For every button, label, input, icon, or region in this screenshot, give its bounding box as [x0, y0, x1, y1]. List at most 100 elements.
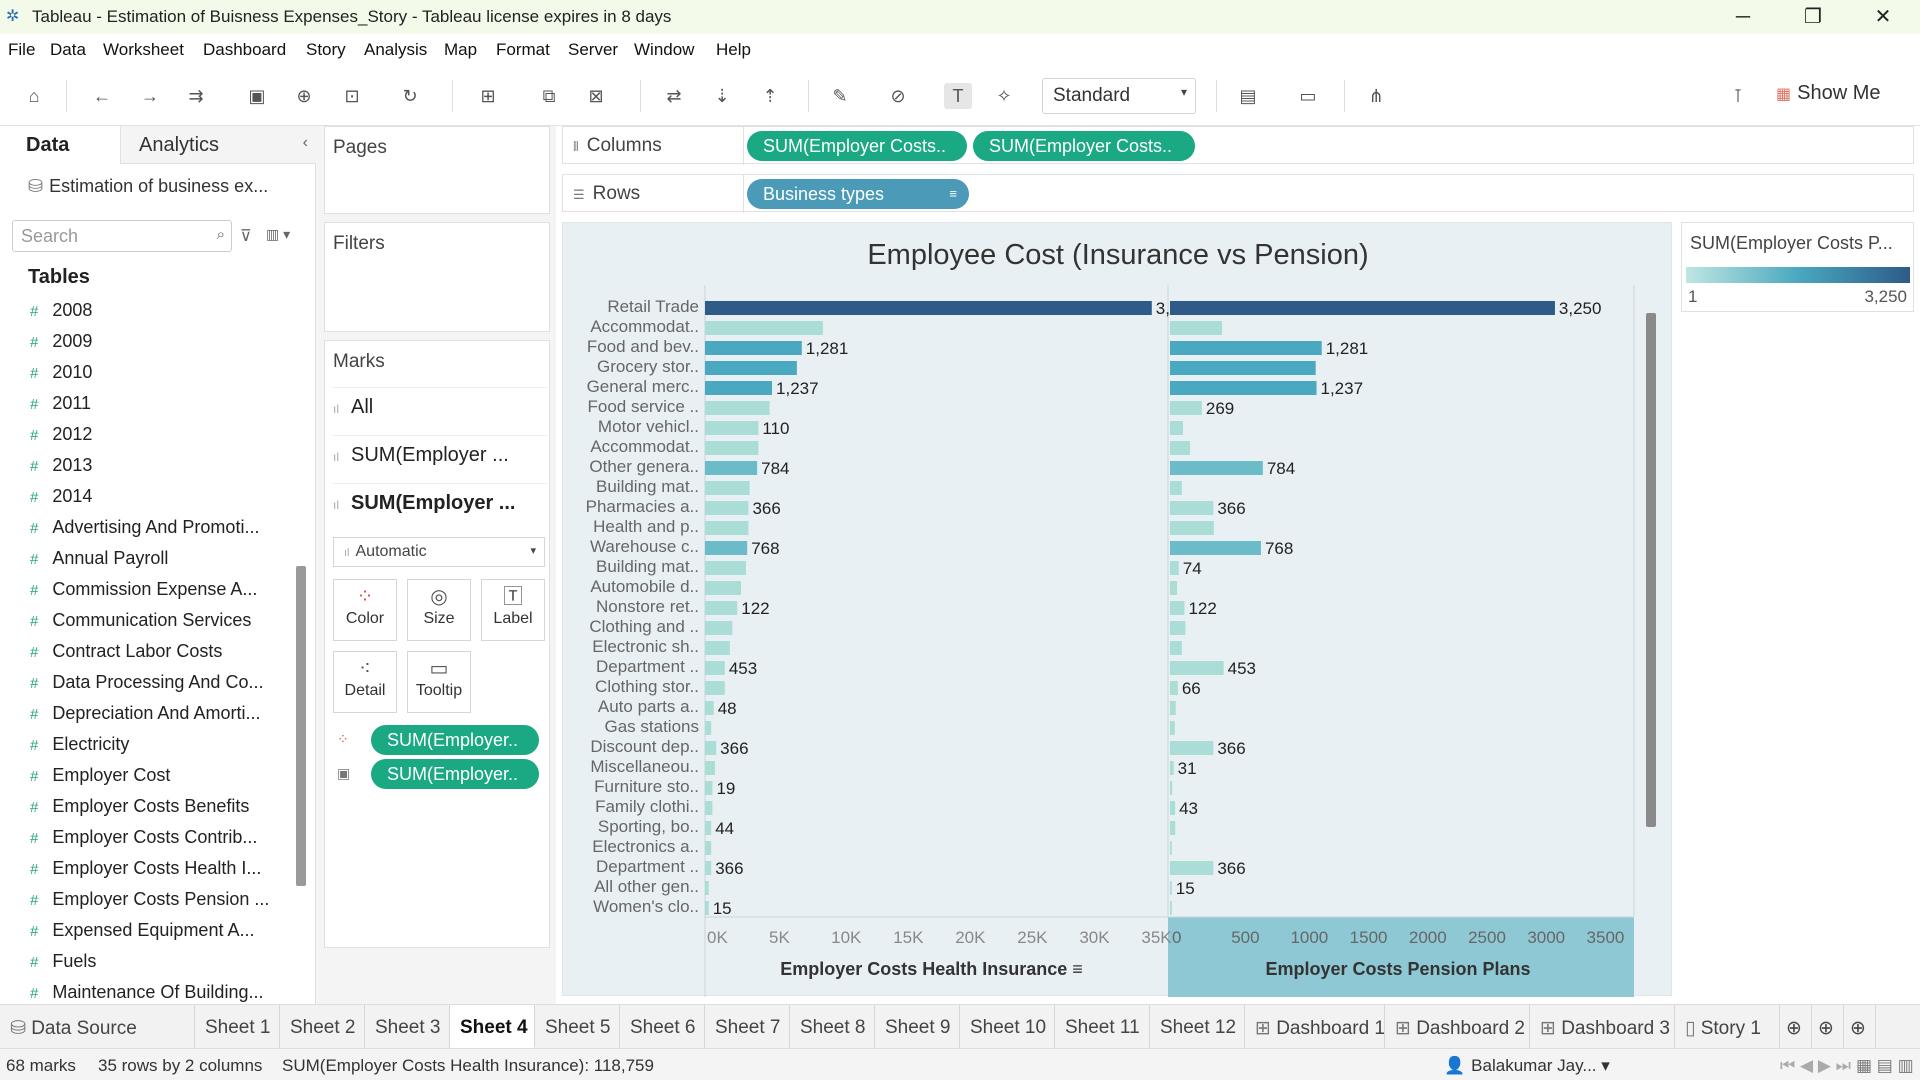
tab-sheet-2[interactable]: Sheet 2 [280, 1005, 365, 1049]
new-story-icon[interactable]: ⊕ [1844, 1005, 1876, 1049]
field-item[interactable]: # Advertising And Promoti... [30, 517, 290, 548]
field-item[interactable]: # Expensed Equipment A... [30, 920, 290, 951]
marks-insurance[interactable]: ıl SUM(Employer ... [333, 435, 547, 479]
tab-analytics[interactable]: Analytics ‹ [120, 126, 316, 164]
field-item[interactable]: #2009 [30, 331, 290, 362]
rows-shelf[interactable]: ☰ Rows Business types ≡ [562, 174, 1914, 213]
filter-icon[interactable]: ⊽ [240, 226, 252, 246]
columns-shelf[interactable]: ⦀ Columns SUM(Employer Costs.. SUM(Employ… [562, 126, 1914, 165]
fit-dropdown[interactable]: Standard ▾ [1042, 78, 1196, 114]
menu-map[interactable]: Map [444, 40, 477, 60]
scrollbar[interactable] [296, 566, 306, 886]
field-item[interactable]: # Depreciation And Amorti... [30, 703, 290, 734]
user-menu[interactable]: 👤 Balakumar Jay... ▾ [1444, 1056, 1610, 1076]
tab-story-1[interactable]: ▯ Story 1 [1675, 1005, 1780, 1049]
clear-sheet-icon[interactable]: ⊠ [582, 83, 610, 109]
label-pill[interactable]: SUM(Employer.. [371, 759, 539, 789]
tab-sheet-11[interactable]: Sheet 11 [1055, 1005, 1150, 1049]
tab-sheet-10[interactable]: Sheet 10 [960, 1005, 1055, 1049]
tooltip-button[interactable]: ▭ Tooltip [407, 651, 471, 713]
duplicate-icon[interactable]: ⧉ [535, 83, 563, 109]
menu-help[interactable]: Help [716, 40, 751, 60]
menu-file[interactable]: File [8, 40, 35, 60]
new-worksheet-icon[interactable]: ⊞ [474, 83, 502, 109]
show-me-button[interactable]: ▦ Show Me [1776, 82, 1881, 105]
collapse-icon[interactable]: ‹ [303, 134, 308, 152]
tab-data[interactable]: Data [0, 126, 120, 164]
close-button[interactable]: ✕ [1860, 3, 1906, 31]
refresh-icon[interactable]: ↻ [396, 83, 424, 109]
redo-icon[interactable]: → [136, 83, 164, 109]
columns-pill-insurance[interactable]: SUM(Employer Costs.. [747, 131, 967, 161]
card-toggle-icon[interactable]: ▤ [1234, 83, 1262, 109]
tab-sheet-7[interactable]: Sheet 7 [705, 1005, 790, 1049]
tab-sheet-8[interactable]: Sheet 8 [790, 1005, 875, 1049]
mark-type-dropdown[interactable]: ıl Automatic ▾ [333, 537, 545, 567]
tab-data-source[interactable]: ⛁ Data Source [0, 1005, 195, 1049]
group-icon[interactable]: ⊘ [884, 83, 912, 109]
new-dashboard-icon[interactable]: ⊕ [1812, 1005, 1844, 1049]
tab-sheet-9[interactable]: Sheet 9 [875, 1005, 960, 1049]
field-item[interactable]: # Employer Costs Contrib... [30, 827, 290, 858]
field-item[interactable]: #2012 [30, 424, 290, 455]
minimize-button[interactable]: ─ [1720, 3, 1766, 31]
field-item[interactable]: #2010 [30, 362, 290, 393]
view-options-icon[interactable]: ▥ ▾ [266, 226, 290, 243]
color-pill[interactable]: SUM(Employer.. [371, 725, 539, 755]
field-item[interactable]: # Employer Costs Pension ... [30, 889, 290, 920]
fix-axes-icon[interactable]: ✧ [990, 83, 1018, 109]
home-icon[interactable]: ⌂ [20, 83, 48, 109]
menu-dashboard[interactable]: Dashboard [203, 40, 286, 60]
tab-dashboard-2[interactable]: ⊞ Dashboard 2 [1385, 1005, 1530, 1049]
field-item[interactable]: # Commission Expense A... [30, 579, 290, 610]
nav-icons[interactable]: ⏮ ◀ ▶ ⏭ [1780, 1056, 1851, 1076]
tab-dashboard-1[interactable]: ⊞ Dashboard 1 [1245, 1005, 1385, 1049]
new-sheet-icon[interactable]: ⊕ [1780, 1005, 1812, 1049]
field-item[interactable]: # Employer Costs Benefits [30, 796, 290, 827]
menu-format[interactable]: Format [496, 40, 550, 60]
undo-icon[interactable]: ← [88, 83, 116, 109]
field-item[interactable]: # Electricity [30, 734, 290, 765]
search-input[interactable]: Search ⌕ [12, 220, 232, 252]
paint-roller-icon[interactable]: ⊺ [1724, 83, 1752, 109]
field-item[interactable]: #2014 [30, 486, 290, 517]
field-item[interactable]: # Fuels [30, 951, 290, 982]
columns-pill-pension[interactable]: SUM(Employer Costs.. [973, 131, 1195, 161]
detail-button[interactable]: ⁖ Detail [333, 651, 397, 713]
color-button[interactable]: ⁘ Color [333, 579, 397, 641]
field-item[interactable]: #2013 [30, 455, 290, 486]
show-labels-icon[interactable]: T [944, 83, 972, 109]
field-item[interactable]: # Contract Labor Costs [30, 641, 290, 672]
menu-data[interactable]: Data [50, 40, 86, 60]
menu-server[interactable]: Server [568, 40, 618, 60]
field-item[interactable]: # Communication Services [30, 610, 290, 641]
tab-sheet-6[interactable]: Sheet 6 [620, 1005, 705, 1049]
share-icon[interactable]: ⋔ [1362, 83, 1390, 109]
menu-analysis[interactable]: Analysis [364, 40, 427, 60]
swap-icon[interactable]: ⇄ [660, 83, 688, 109]
view-mode-icons[interactable]: ▦ ▤ ▥ [1856, 1056, 1914, 1076]
field-item[interactable]: # Employer Cost [30, 765, 290, 796]
filters-card[interactable]: Filters [324, 222, 550, 332]
label-button[interactable]: 🅃 Label [481, 579, 545, 641]
menu-worksheet[interactable]: Worksheet [103, 40, 184, 60]
tab-sheet-5[interactable]: Sheet 5 [535, 1005, 620, 1049]
marks-all[interactable]: ıl All [333, 387, 547, 431]
datasource-item[interactable]: ⛁ Estimation of business ex... [28, 176, 268, 197]
field-item[interactable]: # Data Processing And Co... [30, 672, 290, 703]
pause-updates-icon[interactable]: ⊡ [338, 83, 366, 109]
tab-sheet-3[interactable]: Sheet 3 [365, 1005, 450, 1049]
presentation-icon[interactable]: ▭ [1294, 83, 1322, 109]
replay-icon[interactable]: ⇉ [182, 83, 210, 109]
tab-sheet-12[interactable]: Sheet 12 [1150, 1005, 1245, 1049]
sort-ascending-icon[interactable]: ⇣ [708, 83, 736, 109]
save-icon[interactable]: ▣ [243, 83, 271, 109]
marks-pension[interactable]: ıl SUM(Employer ... [333, 483, 547, 527]
field-item[interactable]: #2008 [30, 300, 290, 331]
new-datasource-icon[interactable]: ⊕ [290, 83, 318, 109]
restore-button[interactable]: ❐ [1790, 3, 1836, 31]
menu-window[interactable]: Window [634, 40, 694, 60]
tab-sheet-1[interactable]: Sheet 1 [195, 1005, 280, 1049]
tab-sheet-4[interactable]: Sheet 4 [450, 1005, 535, 1049]
field-item[interactable]: # Annual Payroll [30, 548, 290, 579]
